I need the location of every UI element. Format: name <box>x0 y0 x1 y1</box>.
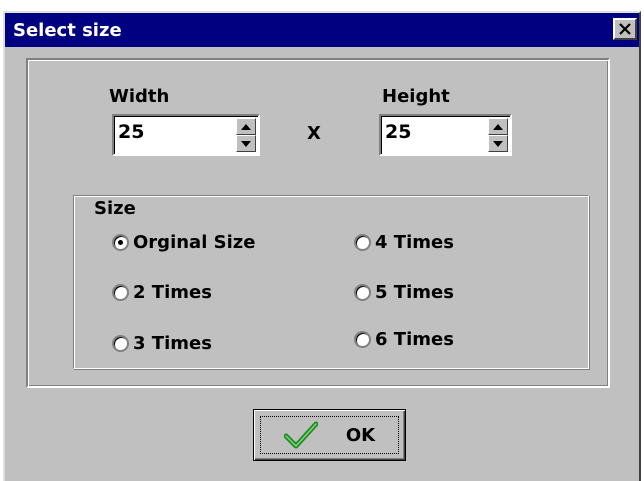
width-spinner[interactable]: 25 <box>112 114 260 156</box>
size-group-legend: Size <box>92 198 138 219</box>
ok-button[interactable]: OK <box>253 409 406 461</box>
width-up-button[interactable] <box>236 118 256 135</box>
close-icon <box>619 23 631 35</box>
height-label: Height <box>382 86 450 107</box>
radio-button[interactable] <box>354 331 371 348</box>
radio-5-times[interactable]: 5 Times <box>354 282 454 303</box>
focus-rect: OK <box>260 416 399 454</box>
radio-2-times[interactable]: 2 Times <box>112 282 212 303</box>
radio-button[interactable] <box>112 335 129 352</box>
radio-button[interactable] <box>112 284 129 301</box>
height-spinner[interactable]: 25 <box>379 114 512 156</box>
radio-original-size[interactable]: Orginal Size <box>112 232 255 253</box>
width-down-button[interactable] <box>236 135 256 152</box>
width-label: Width <box>109 86 170 107</box>
arrow-down-icon <box>241 140 251 147</box>
ok-label: OK <box>345 424 376 446</box>
arrow-up-icon <box>493 123 503 130</box>
radio-label: 5 Times <box>375 282 454 303</box>
radio-label: 3 Times <box>133 333 212 354</box>
checkmark-icon <box>283 421 318 449</box>
height-down-button[interactable] <box>488 135 508 152</box>
radio-label: 6 Times <box>375 329 454 350</box>
radio-button[interactable] <box>354 234 371 251</box>
arrow-down-icon <box>493 140 503 147</box>
title-bar[interactable]: Select size <box>5 13 639 47</box>
radio-button[interactable] <box>354 284 371 301</box>
arrow-up-icon <box>241 123 251 130</box>
close-button[interactable] <box>613 18 637 40</box>
dimension-separator: X <box>307 123 321 144</box>
radio-3-times[interactable]: 3 Times <box>112 333 212 354</box>
height-input[interactable]: 25 <box>385 121 411 143</box>
width-input[interactable]: 25 <box>118 121 144 143</box>
radio-6-times[interactable]: 6 Times <box>354 329 454 350</box>
height-up-button[interactable] <box>488 118 508 135</box>
radio-label: Orginal Size <box>133 232 256 253</box>
radio-label: 2 Times <box>133 282 212 303</box>
window-title: Select size <box>13 20 122 41</box>
radio-button-checked[interactable] <box>112 234 129 251</box>
radio-4-times[interactable]: 4 Times <box>354 232 454 253</box>
radio-label: 4 Times <box>375 232 454 253</box>
